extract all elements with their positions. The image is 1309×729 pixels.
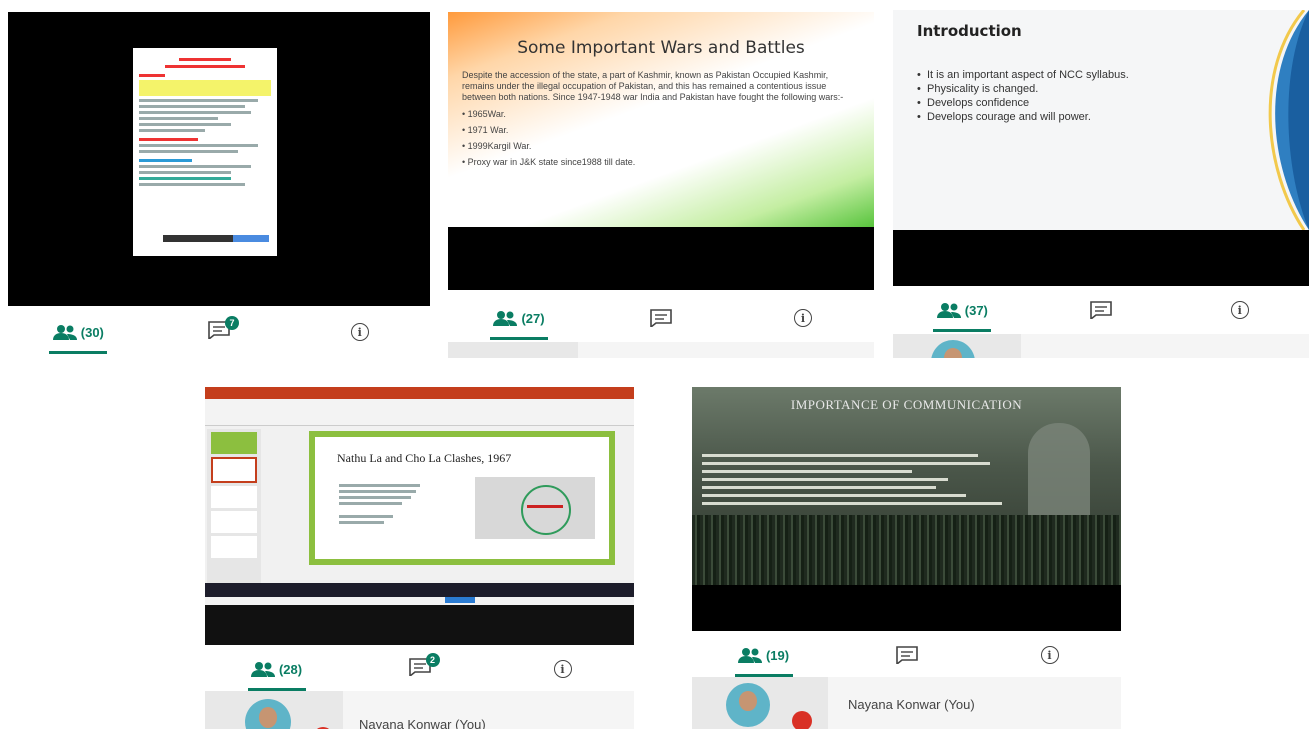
participant-name: Nayana Konwar (You) bbox=[848, 697, 975, 712]
participant-strip bbox=[448, 342, 874, 358]
tab-chat[interactable]: 2 bbox=[348, 647, 491, 691]
participant-strip: Nayana Konwar (You) bbox=[692, 677, 1121, 729]
tab-bar: (28) 2 i bbox=[205, 647, 634, 691]
ribbon bbox=[205, 399, 634, 426]
tab-chat[interactable] bbox=[1032, 288, 1171, 332]
tab-info[interactable]: i bbox=[732, 296, 874, 340]
participant-strip bbox=[893, 334, 1309, 358]
people-icon bbox=[493, 311, 518, 326]
info-icon: i bbox=[1040, 646, 1059, 664]
bullet-text: 1971 War. bbox=[467, 125, 509, 135]
info-icon: i bbox=[1230, 301, 1249, 319]
tab-info[interactable]: i bbox=[289, 310, 430, 354]
tab-bar: (30) 7 i bbox=[8, 310, 430, 354]
tab-participants[interactable]: (30) bbox=[8, 310, 149, 354]
chat-icon bbox=[650, 309, 672, 327]
bullet-text: It is an important aspect of NCC syllabu… bbox=[927, 69, 1129, 81]
tab-chat[interactable]: 7 bbox=[149, 310, 290, 354]
slide-title: Some Important Wars and Battles bbox=[517, 38, 805, 58]
participants-count: (30) bbox=[80, 324, 104, 340]
participants-count: (37) bbox=[964, 302, 988, 318]
slide-bullet: • Develops confidence bbox=[917, 97, 1030, 109]
slide-bullet: • 1965War. bbox=[462, 109, 506, 119]
slide: Some Important Wars and Battles Despite … bbox=[448, 12, 874, 227]
people-icon bbox=[936, 303, 961, 318]
bullet-text: Physicality is changed. bbox=[927, 83, 1039, 95]
participants-count: (28) bbox=[278, 661, 303, 677]
slide-thumbnails bbox=[207, 429, 261, 591]
grass-texture bbox=[692, 515, 1121, 585]
slide: Introduction • It is an important aspect … bbox=[893, 10, 1309, 230]
tab-info[interactable]: i bbox=[491, 647, 634, 691]
info-icon: i bbox=[350, 323, 369, 341]
tab-participants[interactable]: (19) bbox=[692, 633, 835, 677]
participant-name: Nayana Konwar (You) bbox=[359, 717, 486, 729]
map-image bbox=[475, 477, 595, 539]
chat-icon bbox=[1090, 301, 1112, 319]
info-icon: i bbox=[794, 309, 812, 327]
bullet-text: 1999Kargil War. bbox=[467, 141, 532, 151]
people-icon bbox=[737, 648, 762, 663]
info-icon: i bbox=[553, 660, 572, 678]
tab-participants[interactable]: (27) bbox=[448, 296, 590, 340]
tab-info[interactable]: i bbox=[1170, 288, 1309, 332]
slide: Nathu La and Cho La Clashes, 1967 bbox=[309, 431, 615, 565]
powerpoint-window: Nathu La and Cho La Clashes, 1967 bbox=[205, 387, 634, 605]
shared-document bbox=[133, 48, 277, 256]
tab-participants[interactable]: (28) bbox=[205, 647, 348, 691]
screenshot-3: Introduction • It is an important aspect … bbox=[893, 10, 1309, 358]
tab-info[interactable]: i bbox=[978, 633, 1121, 677]
slide-paragraph: Despite the accession of the state, a pa… bbox=[462, 70, 844, 102]
slide: IMPORTANCE OF COMMUNICATION bbox=[692, 387, 1121, 585]
screenshot-4: Nathu La and Cho La Clashes, 1967 (28) 2… bbox=[205, 387, 634, 729]
slide-title: IMPORTANCE OF COMMUNICATION bbox=[790, 397, 1023, 412]
video-feed: Introduction • It is an important aspect … bbox=[893, 10, 1309, 286]
chat-unread-badge: 2 bbox=[425, 652, 440, 667]
video-feed bbox=[8, 12, 430, 306]
tab-participants[interactable]: (37) bbox=[893, 288, 1032, 332]
bullet-text: 1965War. bbox=[467, 109, 506, 119]
mic-off-icon bbox=[792, 711, 812, 729]
people-icon bbox=[250, 662, 275, 677]
slide-bullet: • Physicality is changed. bbox=[917, 83, 1039, 95]
bullet-text: Proxy war in J&K state since1988 till da… bbox=[467, 157, 636, 167]
title-bar bbox=[205, 387, 634, 399]
avatar bbox=[726, 683, 770, 727]
slide-bullet: • 1999Kargil War. bbox=[462, 141, 532, 151]
video-feed: IMPORTANCE OF COMMUNICATION bbox=[692, 387, 1121, 631]
slide-decoration bbox=[1268, 10, 1309, 230]
tab-chat[interactable] bbox=[590, 296, 732, 340]
video-feed: Some Important Wars and Battles Despite … bbox=[448, 12, 874, 290]
tab-bar: (37) i bbox=[893, 288, 1309, 332]
participants-count: (19) bbox=[765, 647, 790, 663]
tab-chat[interactable] bbox=[835, 633, 978, 677]
bullet-text: Develops courage and will power. bbox=[927, 111, 1091, 123]
screenshot-5: IMPORTANCE OF COMMUNICATION (19) i Nayan… bbox=[692, 387, 1121, 729]
slide-bullet: • 1971 War. bbox=[462, 125, 509, 135]
slide-bullet: • Proxy war in J&K state since1988 till … bbox=[462, 157, 636, 167]
tab-bar: (19) i bbox=[692, 633, 1121, 677]
slide-title: Nathu La and Cho La Clashes, 1967 bbox=[337, 451, 512, 465]
slide-bullet: • Develops courage and will power. bbox=[917, 111, 1091, 123]
people-icon bbox=[52, 325, 77, 340]
taskbar bbox=[205, 583, 634, 597]
tab-bar: (27) i bbox=[448, 296, 874, 340]
slide-bullet: • It is an important aspect of NCC syllab… bbox=[917, 69, 1129, 81]
participant-strip: Nayana Konwar (You) bbox=[205, 691, 634, 729]
video-feed: Nathu La and Cho La Clashes, 1967 bbox=[205, 387, 634, 645]
chat-unread-badge: 7 bbox=[225, 315, 239, 330]
participants-count: (27) bbox=[521, 310, 545, 326]
chat-icon bbox=[895, 646, 918, 664]
slide-title: Introduction bbox=[917, 22, 1022, 40]
screenshot-2: Some Important Wars and Battles Despite … bbox=[448, 12, 874, 358]
bullet-text: Develops confidence bbox=[927, 97, 1030, 109]
screenshot-1: (30) 7 i bbox=[8, 12, 430, 358]
